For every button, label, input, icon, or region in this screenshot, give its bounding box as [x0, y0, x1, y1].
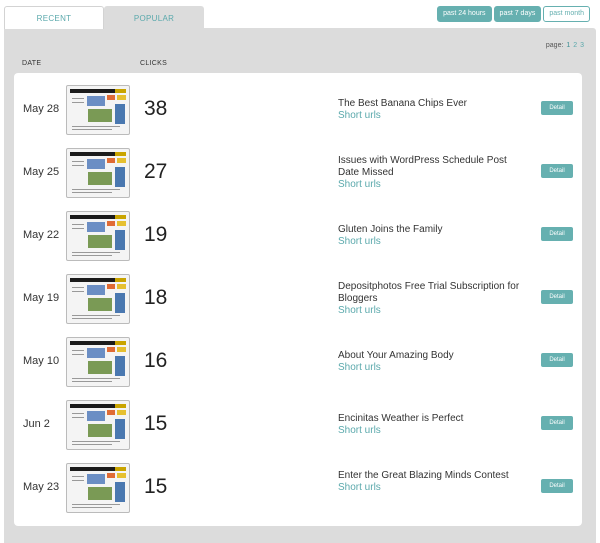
post-title-block: Enter the Great Blazing Minds Contest Sho…: [338, 470, 528, 494]
post-title-block: The Best Banana Chips Ever Short urls: [338, 98, 528, 122]
short-urls-link[interactable]: Short urls: [338, 305, 528, 317]
page-link-2[interactable]: 2: [573, 42, 577, 49]
post-title-link[interactable]: Issues with WordPress Schedule Post Date…: [338, 155, 528, 179]
post-thumbnail[interactable]: [66, 85, 130, 135]
list-item: May 19 18 Depositphotos Free Trial Subscri…: [14, 266, 582, 329]
post-thumbnail[interactable]: [66, 463, 130, 513]
post-date: May 23: [23, 481, 60, 493]
detail-button[interactable]: Detail: [541, 101, 573, 115]
list-item: Jun 2 15 Encinitas Weather is Perfect Short…: [14, 392, 582, 455]
post-thumbnail[interactable]: [66, 274, 130, 324]
detail-button[interactable]: Detail: [541, 353, 573, 367]
post-date: May 10: [23, 355, 60, 367]
popular-posts-list: May 28 38 The Best Banana Chips Ever Short …: [14, 73, 582, 526]
detail-button[interactable]: Detail: [541, 227, 573, 241]
page-link-1[interactable]: 1: [566, 42, 570, 49]
click-count: 16: [144, 349, 168, 372]
detail-button[interactable]: Detail: [541, 290, 573, 304]
list-item: May 23 15 Enter the Great Blazing Minds Co…: [14, 455, 582, 518]
clicks-column-header: CLICKS: [140, 60, 168, 67]
click-count: 27: [144, 160, 168, 183]
click-count: 18: [144, 286, 168, 309]
short-urls-link[interactable]: Short urls: [338, 236, 528, 248]
post-title-link[interactable]: The Best Banana Chips Ever: [338, 98, 528, 110]
past-7-days-button[interactable]: past 7 days: [493, 6, 542, 22]
click-count: 19: [144, 223, 168, 246]
list-item: May 22 19 Gluten Joins the Family Short url…: [14, 203, 582, 266]
post-title-link[interactable]: Enter the Great Blazing Minds Contest: [338, 470, 528, 482]
tab-recent[interactable]: RECENT: [4, 6, 104, 29]
tab-popular[interactable]: POPULAR: [104, 6, 204, 28]
post-title-block: Gluten Joins the Family Short urls: [338, 224, 528, 248]
list-item: May 25 27 Issues with WordPress Schedule P…: [14, 140, 582, 203]
post-thumbnail[interactable]: [66, 211, 130, 261]
pagination-label: page:: [545, 42, 564, 49]
post-date: May 19: [23, 292, 60, 304]
short-urls-link[interactable]: Short urls: [338, 425, 528, 437]
click-count: 15: [144, 412, 168, 435]
post-title-block: Encinitas Weather is Perfect Short urls: [338, 413, 528, 437]
short-urls-link[interactable]: Short urls: [338, 482, 528, 494]
date-column-header: DATE: [22, 60, 42, 67]
post-title-link[interactable]: About Your Amazing Body: [338, 350, 528, 362]
past-24-hours-button[interactable]: past 24 hours: [437, 6, 492, 22]
past-month-button[interactable]: past month: [543, 6, 590, 22]
post-title-block: Depositphotos Free Trial Subscription fo…: [338, 281, 528, 317]
popular-panel: page: 1 2 3 DATE CLICKS May 28 38 The Best…: [4, 28, 596, 543]
short-urls-link[interactable]: Short urls: [338, 362, 528, 374]
page-link-3[interactable]: 3: [580, 42, 584, 49]
post-date: Jun 2: [23, 418, 50, 430]
pagination: page: 1 2 3: [546, 42, 584, 49]
post-date: May 28: [23, 103, 60, 115]
click-count: 38: [144, 97, 168, 120]
post-thumbnail[interactable]: [66, 148, 130, 198]
short-urls-link[interactable]: Short urls: [338, 179, 528, 191]
post-title-block: Issues with WordPress Schedule Post Date…: [338, 155, 528, 191]
post-thumbnail[interactable]: [66, 337, 130, 387]
detail-button[interactable]: Detail: [541, 164, 573, 178]
post-title-link[interactable]: Gluten Joins the Family: [338, 224, 528, 236]
tab-bar: RECENT POPULAR: [4, 6, 204, 29]
detail-button[interactable]: Detail: [541, 416, 573, 430]
list-item: May 28 38 The Best Banana Chips Ever Short …: [14, 77, 582, 140]
post-title-link[interactable]: Encinitas Weather is Perfect: [338, 413, 528, 425]
short-urls-link[interactable]: Short urls: [338, 110, 528, 122]
post-thumbnail[interactable]: [66, 400, 130, 450]
time-range-filter: past 24 hours past 7 days past month: [437, 6, 590, 22]
detail-button[interactable]: Detail: [541, 479, 573, 493]
list-item: May 10 16 About Your Amazing Body Short url…: [14, 329, 582, 392]
post-date: May 25: [23, 166, 60, 178]
post-title-block: About Your Amazing Body Short urls: [338, 350, 528, 374]
post-date: May 22: [23, 229, 60, 241]
click-count: 15: [144, 475, 168, 498]
post-title-link[interactable]: Depositphotos Free Trial Subscription fo…: [338, 281, 528, 305]
